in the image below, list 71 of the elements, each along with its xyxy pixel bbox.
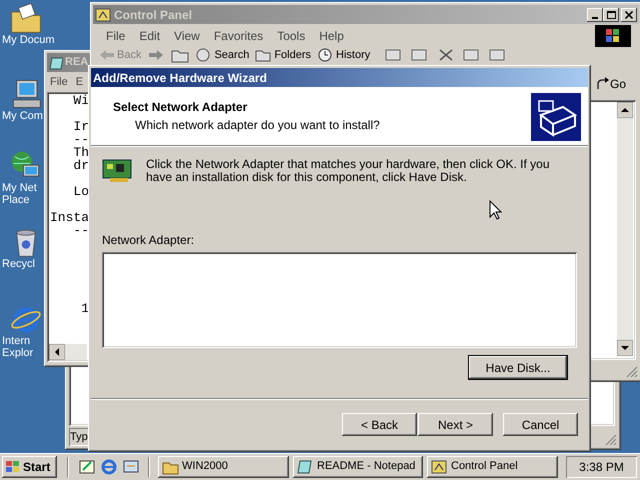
icon-label[interactable]: My Com	[2, 110, 43, 122]
icon-label[interactable]: Explor	[2, 347, 34, 359]
resize-grip-icon[interactable]	[605, 434, 617, 446]
taskbar-button[interactable]: README - Notepad	[293, 456, 423, 478]
wizard-heading: Select Network Adapter	[113, 99, 248, 116]
resize-grip-icon[interactable]	[626, 366, 638, 378]
text-line: --	[73, 132, 89, 147]
close-icon	[625, 10, 633, 18]
text-line: Lo	[73, 184, 89, 199]
icon-label[interactable]: Intern	[2, 335, 30, 347]
maximize-button[interactable]	[603, 8, 619, 22]
text-line: Wi	[73, 93, 89, 108]
menu-item[interactable]: File	[99, 26, 132, 44]
list-label: Network Adapter:	[102, 232, 196, 249]
close-button[interactable]	[621, 8, 637, 22]
window-title: REA	[65, 55, 88, 70]
scrollbar[interactable]	[49, 344, 87, 360]
scrollbar[interactable]	[617, 102, 633, 356]
menu-item[interactable]: Help	[312, 26, 351, 44]
window-title: Add/Remove Hardware Wizard	[93, 70, 267, 86]
icon-label[interactable]: My Net	[2, 182, 37, 194]
minimize-button[interactable]	[587, 8, 603, 22]
text-line: --	[73, 223, 89, 238]
toolbar-button[interactable]: History	[317, 46, 370, 64]
icon-label[interactable]: Recycl	[2, 258, 36, 270]
scroll-left-button[interactable]	[49, 344, 65, 360]
icon-label[interactable]: My Docum	[2, 34, 55, 46]
text-line: 1	[81, 301, 89, 316]
windows-logo-icon	[5, 460, 21, 474]
go-arrow-icon	[595, 77, 609, 91]
toolbar-button[interactable]: Search	[195, 46, 250, 64]
info-text: Click the Network Adapter that matches your hardware, then click OK. If you have an installation disk for this component, click Have Disk.	[146, 158, 551, 184]
control-panel-icon	[431, 458, 448, 474]
folder-icon[interactable]	[10, 2, 42, 34]
wizard-button[interactable]: Cancel	[503, 413, 578, 436]
scroll-down-button[interactable]	[617, 340, 633, 356]
have-disk-button[interactable]: Have Disk...	[469, 356, 567, 379]
scroll-up-button[interactable]	[617, 102, 633, 118]
taskbar-button[interactable]: WIN2000	[158, 456, 289, 478]
window-title: Control Panel	[114, 6, 192, 24]
taskbar-button[interactable]: Control Panel	[427, 456, 558, 478]
back-arrow-icon	[98, 47, 115, 63]
notepad-icon	[49, 56, 63, 70]
text-line: dr	[73, 158, 89, 173]
wizard-subheading: Which network adapter do you want to install?	[135, 117, 381, 134]
menu-item[interactable]: View	[167, 26, 207, 44]
clock: 3:38 PM	[566, 456, 637, 478]
menu-item[interactable]: Edit	[132, 26, 168, 44]
adapter-list[interactable]	[102, 252, 577, 348]
text-line: Th	[73, 145, 89, 160]
start-button[interactable]: Start	[2, 456, 57, 478]
notepad-icon	[297, 458, 314, 474]
hardware-icon	[531, 93, 581, 141]
icon-label[interactable]: Place	[2, 194, 30, 206]
history-icon	[317, 47, 334, 63]
text-line: Insta	[50, 210, 90, 225]
menu-item[interactable]: Tools	[270, 26, 312, 44]
maximize-icon	[606, 10, 616, 18]
minimize-icon	[592, 16, 598, 18]
windows-logo-icon	[595, 24, 631, 46]
control-panel-icon	[95, 8, 111, 22]
mouse-cursor-icon	[489, 200, 502, 220]
menu-item[interactable]: Favorites	[206, 26, 270, 44]
computer-icon[interactable]	[10, 78, 42, 110]
status-text: Typ	[69, 428, 89, 446]
toolbar-button[interactable]: Folders	[255, 46, 312, 64]
wizard-button[interactable]: Next >	[418, 413, 493, 436]
text-line: Ir	[73, 119, 89, 134]
menu-item[interactable]: E	[72, 74, 88, 90]
menu-item[interactable]: File	[46, 74, 72, 90]
wizard-button[interactable]: < Back	[342, 413, 417, 436]
